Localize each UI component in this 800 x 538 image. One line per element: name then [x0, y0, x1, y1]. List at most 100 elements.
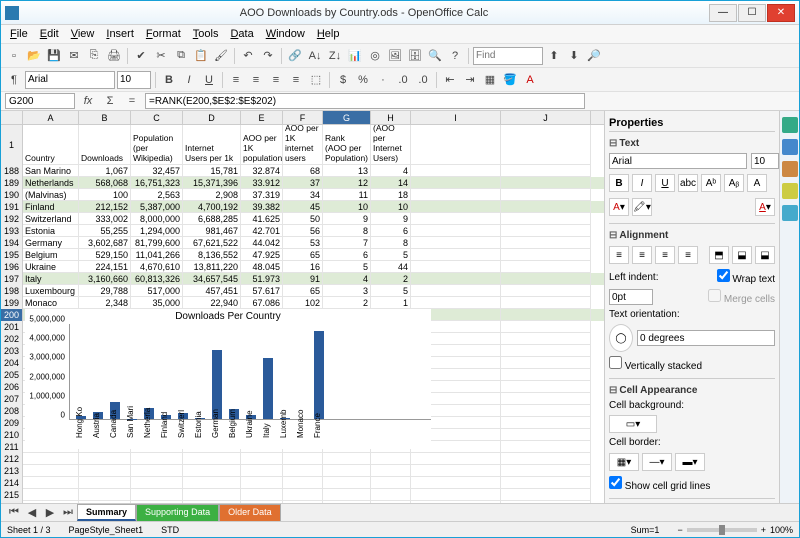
row-header[interactable]: 202 — [1, 333, 23, 345]
cell[interactable]: 68 — [283, 165, 323, 177]
row-header[interactable]: 191 — [1, 201, 23, 213]
cell[interactable] — [501, 261, 591, 273]
cell[interactable]: 34,657,545 — [183, 273, 241, 285]
cell[interactable]: 53 — [283, 237, 323, 249]
cell[interactable] — [501, 309, 591, 321]
row-header[interactable]: 213 — [1, 465, 23, 477]
col-header-D[interactable]: D — [183, 111, 241, 124]
gallery-tab-icon[interactable] — [782, 161, 798, 177]
copy-icon[interactable]: ⧉ — [172, 47, 190, 65]
panel-underline-icon[interactable]: U — [655, 174, 675, 192]
hyperlink-icon[interactable]: 🔗 — [286, 47, 304, 65]
find-next-icon[interactable]: ⬇ — [565, 47, 583, 65]
print-icon[interactable]: 🖨 — [105, 47, 123, 65]
border-line-picker[interactable]: —▾ — [642, 453, 672, 471]
underline-icon[interactable]: U — [200, 71, 218, 89]
cell[interactable]: 3 — [323, 285, 371, 297]
cell[interactable] — [23, 501, 79, 503]
gridlines-checkbox[interactable]: Show cell grid lines — [609, 476, 710, 492]
navigator-icon[interactable]: ◎ — [366, 47, 384, 65]
italic-icon[interactable]: I — [180, 71, 198, 89]
cell[interactable] — [501, 489, 591, 501]
save-icon[interactable]: 💾 — [45, 47, 63, 65]
cell[interactable] — [411, 465, 501, 477]
paste-icon[interactable]: 📋 — [192, 47, 210, 65]
cell[interactable]: 45 — [283, 201, 323, 213]
cell[interactable]: 56 — [283, 225, 323, 237]
cell[interactable]: 6,688,285 — [183, 213, 241, 225]
cell[interactable] — [183, 453, 241, 465]
inc-indent-icon[interactable]: ⇥ — [461, 71, 479, 89]
tab-next-icon[interactable]: ▶ — [41, 504, 59, 522]
cell[interactable] — [501, 405, 591, 417]
col-header-B[interactable]: B — [79, 111, 131, 124]
row-header[interactable]: 208 — [1, 405, 23, 417]
cell[interactable]: 3,602,687 — [79, 237, 131, 249]
row-header[interactable]: 199 — [1, 297, 23, 309]
row-header[interactable]: 197 — [1, 273, 23, 285]
panel-super-icon[interactable]: Aᵇ — [701, 174, 721, 192]
cell[interactable]: Monaco — [23, 297, 79, 309]
cell[interactable]: 10 — [323, 201, 371, 213]
cell[interactable]: Belgium — [23, 249, 79, 261]
border-color-picker[interactable]: ▬▾ — [675, 453, 705, 471]
header-cell[interactable]: AOO per 1K population — [241, 125, 283, 165]
valign-mid-icon[interactable]: ⬓ — [732, 246, 752, 264]
menu-format[interactable]: Format — [141, 26, 186, 42]
header-cell[interactable]: Internet Users per 1k — [183, 125, 241, 165]
cell[interactable]: 457,451 — [183, 285, 241, 297]
sheet-tab-summary[interactable]: Summary — [77, 504, 136, 521]
menu-help[interactable]: Help — [312, 26, 345, 42]
cell[interactable]: Netherlands — [23, 177, 79, 189]
sort-desc-icon[interactable]: Z↓ — [326, 47, 344, 65]
cell[interactable] — [323, 465, 371, 477]
cell[interactable] — [501, 165, 591, 177]
undo-icon[interactable]: ↶ — [239, 47, 257, 65]
valign-bot-icon[interactable]: ⬓ — [755, 246, 775, 264]
gallery-icon[interactable]: 🖼 — [386, 47, 404, 65]
cell[interactable]: 51.973 — [241, 273, 283, 285]
merge-cells-checkbox[interactable]: Merge cells — [708, 289, 775, 305]
cell[interactable] — [23, 465, 79, 477]
cell[interactable]: 42.701 — [241, 225, 283, 237]
styles-icon[interactable]: ¶ — [5, 71, 23, 89]
cellapp-section-header[interactable]: Cell Appearance — [609, 383, 775, 398]
panel-fontcolor-icon[interactable]: A▾ — [609, 198, 629, 216]
cell[interactable] — [501, 453, 591, 465]
redo-icon[interactable]: ↷ — [259, 47, 277, 65]
navigator-tab-icon[interactable] — [782, 183, 798, 199]
row-header[interactable]: 198 — [1, 285, 23, 297]
header-cell[interactable]: Country — [23, 125, 79, 165]
cell[interactable]: 4,700,192 — [183, 201, 241, 213]
cell[interactable]: San Marino — [23, 165, 79, 177]
align-right-icon[interactable]: ≡ — [267, 71, 285, 89]
cell[interactable] — [131, 453, 183, 465]
cell[interactable]: 5 — [371, 285, 411, 297]
currency-icon[interactable]: $ — [334, 71, 352, 89]
panel-bold-icon[interactable]: B — [609, 174, 629, 192]
styles-tab-icon[interactable] — [782, 139, 798, 155]
fontcolor-icon[interactable]: A — [521, 71, 539, 89]
cell[interactable]: 5 — [371, 249, 411, 261]
cell[interactable] — [183, 465, 241, 477]
cell[interactable]: 35,000 — [131, 297, 183, 309]
col-header-H[interactable]: H — [371, 111, 411, 124]
cell[interactable] — [411, 297, 501, 309]
merge-cells-icon[interactable]: ⬚ — [307, 71, 325, 89]
cell[interactable]: 4 — [323, 273, 371, 285]
cell[interactable] — [371, 465, 411, 477]
cell[interactable]: 11 — [323, 189, 371, 201]
close-button[interactable]: ✕ — [767, 4, 795, 22]
cell[interactable]: 8,136,552 — [183, 249, 241, 261]
cut-icon[interactable]: ✂ — [152, 47, 170, 65]
cell[interactable]: 2 — [371, 273, 411, 285]
panel-strike-icon[interactable]: abc — [678, 174, 698, 192]
bold-icon[interactable]: B — [160, 71, 178, 89]
cell[interactable]: 212,152 — [79, 201, 131, 213]
cell[interactable]: 5 — [323, 261, 371, 273]
embedded-chart[interactable]: Downloads Per Country 01,000,0002,000,00… — [25, 309, 431, 449]
cell[interactable]: 39.382 — [241, 201, 283, 213]
cell[interactable] — [501, 273, 591, 285]
add-decimal-icon[interactable]: .0 — [394, 71, 412, 89]
cell[interactable] — [501, 213, 591, 225]
